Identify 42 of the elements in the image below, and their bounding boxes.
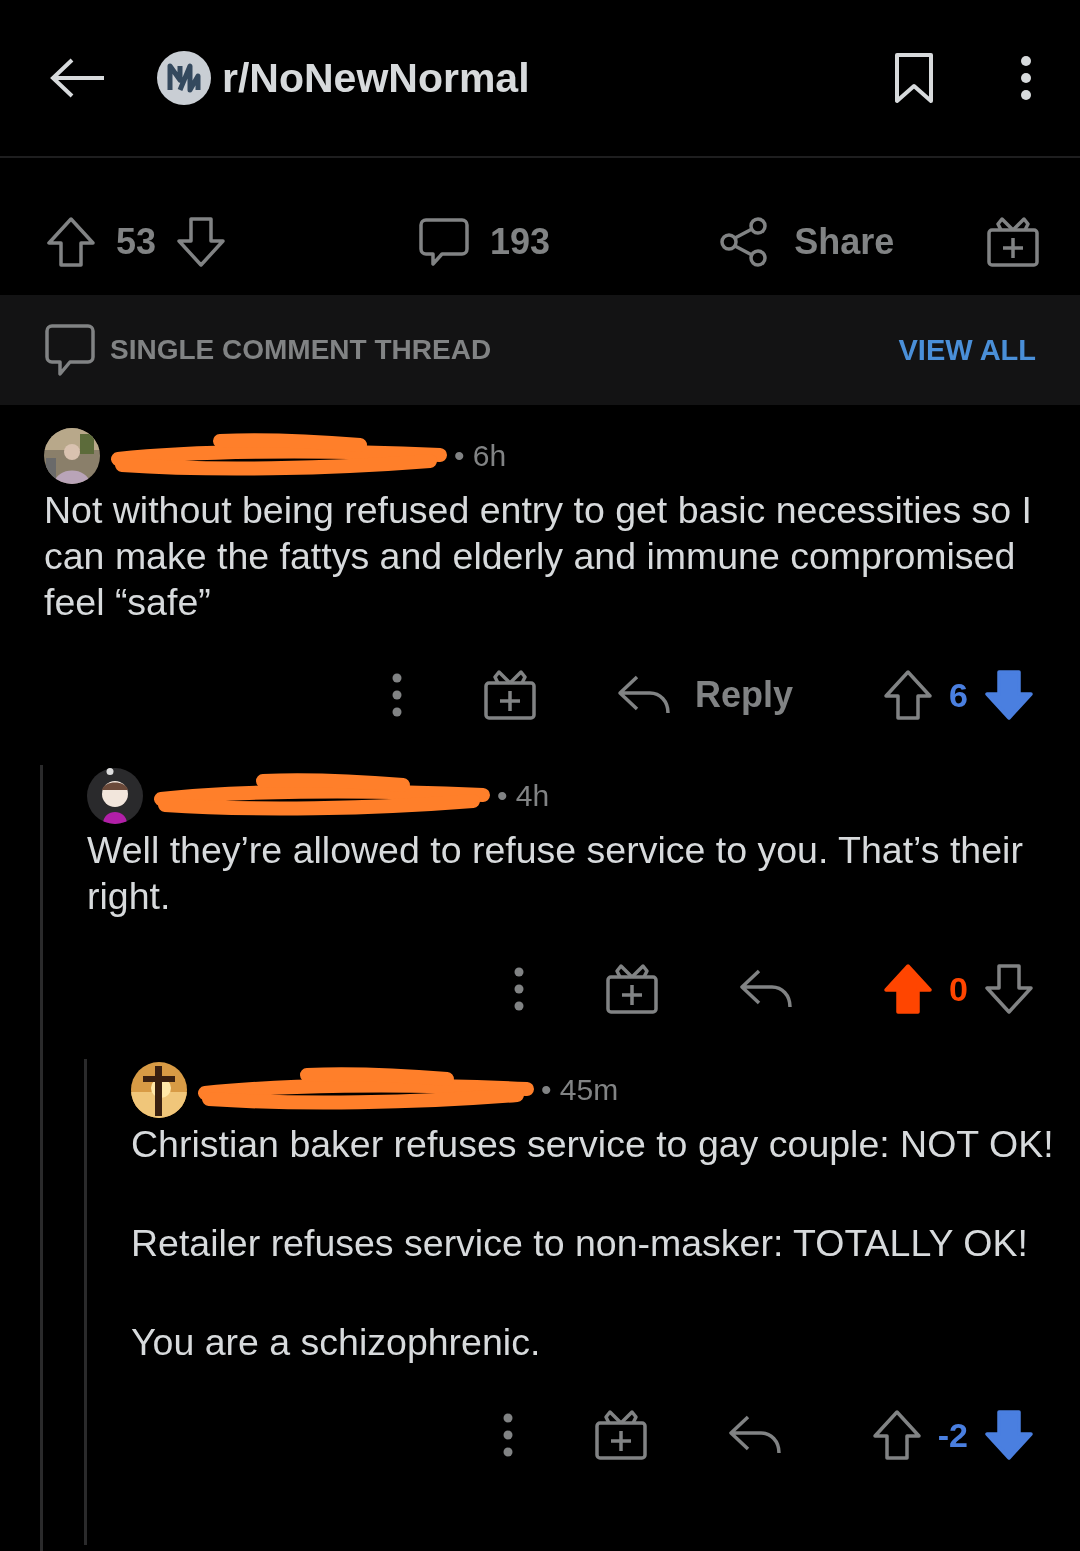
upvote-icon[interactable]	[883, 963, 934, 1015]
reply-icon[interactable]	[739, 968, 794, 1010]
comment-icon[interactable]	[418, 216, 471, 267]
comment-text: Retailer refuses service to non-masker: TOTALLY OK!	[131, 1221, 1029, 1266]
award-icon[interactable]	[986, 215, 1040, 268]
back-arrow-icon[interactable]	[50, 58, 106, 98]
reply-icon[interactable]	[727, 1414, 782, 1456]
bookmark-icon[interactable]	[894, 52, 934, 104]
comment-count: 193	[490, 220, 551, 263]
vote-count: 0	[949, 969, 968, 1009]
downvote-icon[interactable]	[984, 1409, 1034, 1461]
downvote-icon[interactable]	[984, 963, 1034, 1015]
award-icon[interactable]	[605, 963, 660, 1015]
avatar[interactable]	[131, 1062, 187, 1118]
avatar[interactable]	[44, 428, 100, 484]
comment-time: • 4h	[497, 779, 550, 813]
comment-time: • 45m	[541, 1073, 619, 1107]
award-icon[interactable]	[593, 1409, 648, 1461]
upvote-icon[interactable]	[46, 215, 96, 268]
view-all-link[interactable]: VIEW ALL	[898, 333, 1036, 367]
comment-time: • 6h	[454, 439, 507, 473]
comment-text: You are a schizophrenic.	[131, 1320, 542, 1365]
subreddit-name[interactable]: r/NoNewNormal	[222, 54, 530, 102]
comment-text: Christian baker refuses service to gay couple: NOT OK!	[131, 1122, 1055, 1167]
avatar[interactable]	[87, 768, 143, 824]
downvote-icon[interactable]	[176, 215, 227, 268]
share-label[interactable]: Share	[794, 220, 895, 263]
reply-button[interactable]: Reply	[617, 673, 794, 717]
comment-text: Not without being refused entry to get basic necessities so I can make the fattys and elderly and immune compromised feel “safe”	[44, 488, 1034, 625]
vote-count: 6	[949, 675, 968, 715]
more-options-icon[interactable]	[1020, 55, 1032, 101]
upvote-icon[interactable]	[871, 1409, 922, 1461]
award-icon[interactable]	[483, 669, 538, 721]
comment-text: Well they’re allowed to refuse service to you. That’s their right.	[87, 828, 1024, 919]
comment-icon	[44, 323, 96, 377]
reply-icon	[617, 674, 672, 716]
thread-label: SINGLE COMMENT THREAD	[110, 334, 492, 366]
vote-count: -2	[937, 1415, 968, 1455]
vote-count: 53	[116, 220, 157, 263]
upvote-icon[interactable]	[883, 669, 934, 721]
downvote-icon[interactable]	[984, 669, 1034, 721]
subreddit-logo-icon	[156, 50, 212, 106]
